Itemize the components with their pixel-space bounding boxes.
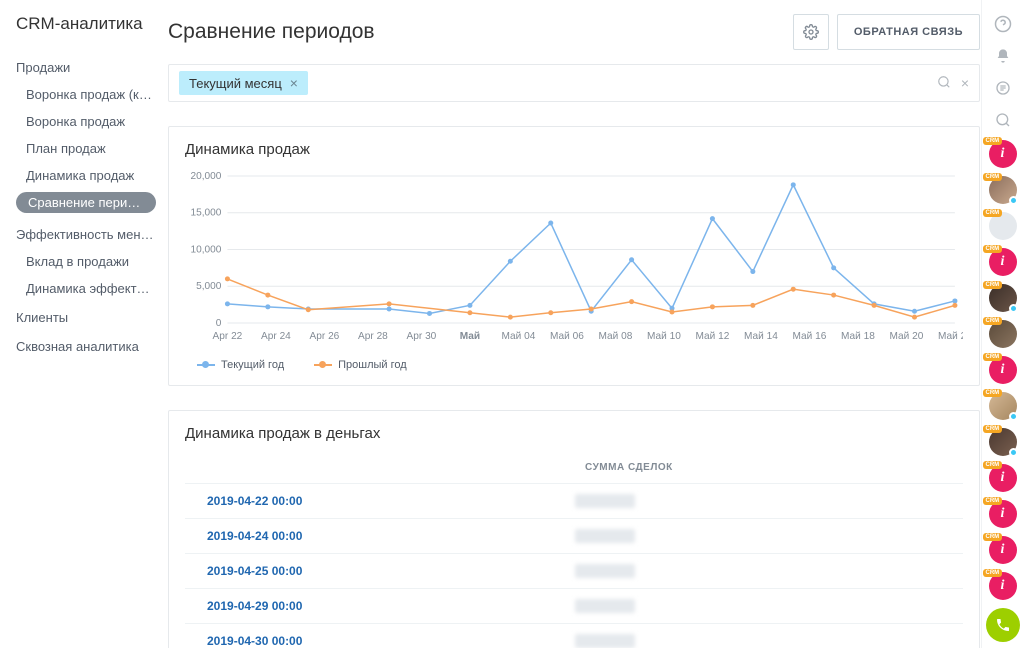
search-icon[interactable]	[937, 75, 951, 92]
row-date: 2019-04-22 00:00	[185, 494, 585, 508]
svg-text:Apr 24: Apr 24	[261, 331, 291, 342]
rail-avatar[interactable]: CRM	[989, 320, 1017, 348]
sidebar-item[interactable]: Динамика продаж	[16, 162, 156, 189]
sidebar-group[interactable]: Продажи	[16, 54, 156, 81]
sidebar: CRM-аналитика ПродажиВоронка продаж (кон…	[0, 0, 160, 648]
svg-text:Apr 28: Apr 28	[358, 331, 388, 342]
gear-icon	[803, 24, 819, 40]
svg-text:Май 20: Май 20	[890, 331, 924, 342]
sidebar-group[interactable]: Клиенты	[16, 304, 156, 331]
right-rail: CRMi CRM CRM CRMi CRM CRM CRMi CRM CRM C…	[981, 0, 1023, 648]
bell-icon[interactable]	[991, 44, 1015, 68]
row-date: 2019-04-29 00:00	[185, 599, 585, 613]
svg-text:5,000: 5,000	[196, 281, 222, 292]
rail-avatar[interactable]: CRMi	[989, 464, 1017, 492]
row-date: 2019-04-24 00:00	[185, 529, 585, 543]
call-button[interactable]	[986, 608, 1020, 642]
svg-text:Май 04: Май 04	[502, 331, 536, 342]
svg-text:Май 06: Май 06	[550, 331, 584, 342]
table-row[interactable]: 2019-04-30 00:00	[185, 623, 963, 648]
sidebar-item[interactable]: Воронка продаж (конв…	[16, 81, 156, 108]
sidebar-item[interactable]: Сравнение периодов	[16, 192, 156, 213]
rail-avatar[interactable]: CRM	[989, 284, 1017, 312]
page-header: Сравнение периодов ОБРАТНАЯ СВЯЗЬ	[168, 0, 980, 64]
chart-card: Динамика продаж 0 5,000 10,000 15,000 20,000…	[168, 126, 980, 386]
help-icon[interactable]	[991, 12, 1015, 36]
rail-avatar[interactable]: CRMi	[989, 140, 1017, 168]
sidebar-item[interactable]: Динамика эффективно…	[16, 275, 156, 302]
main-content: Сравнение периодов ОБРАТНАЯ СВЯЗЬ Текущи…	[168, 0, 980, 648]
clear-filter-icon[interactable]: ×	[961, 75, 969, 91]
row-date: 2019-04-25 00:00	[185, 564, 585, 578]
rail-avatar[interactable]: CRMi	[989, 500, 1017, 528]
svg-text:0: 0	[216, 318, 222, 329]
svg-text:Apr 22: Apr 22	[213, 331, 243, 342]
svg-text:15,000: 15,000	[190, 208, 221, 219]
rail-avatar[interactable]: CRMi	[989, 572, 1017, 600]
chip-close-icon[interactable]: ×	[290, 75, 298, 91]
table-card: Динамика продаж в деньгах СУММА СДЕЛОК 2…	[168, 410, 980, 648]
svg-text:Май 10: Май 10	[647, 331, 681, 342]
table-row[interactable]: 2019-04-22 00:00	[185, 483, 963, 518]
row-value-blurred	[575, 529, 635, 543]
chat-icon[interactable]	[991, 76, 1015, 100]
filter-chip[interactable]: Текущий месяц ×	[179, 71, 308, 95]
sidebar-item[interactable]: Воронка продаж	[16, 108, 156, 135]
table-row[interactable]: 2019-04-25 00:00	[185, 553, 963, 588]
row-value-blurred	[575, 494, 635, 508]
svg-text:10,000: 10,000	[190, 245, 221, 256]
svg-text:Май 22: Май 22	[938, 331, 963, 342]
legend-marker-blue	[197, 364, 215, 366]
sidebar-group[interactable]: Сквозная аналитика	[16, 333, 156, 360]
svg-text:Май: Май	[460, 331, 480, 342]
svg-text:20,000: 20,000	[190, 171, 221, 182]
legend-item-current[interactable]: Текущий год	[197, 359, 284, 371]
legend-item-previous[interactable]: Прошлый год	[314, 359, 407, 371]
row-value-blurred	[575, 599, 635, 613]
sidebar-title: CRM-аналитика	[16, 14, 160, 34]
search-rail-icon[interactable]	[991, 108, 1015, 132]
rail-avatar[interactable]: CRM	[989, 392, 1017, 420]
row-value-blurred	[575, 564, 635, 578]
svg-text:Май 14: Май 14	[744, 331, 778, 342]
row-date: 2019-04-30 00:00	[185, 634, 585, 648]
chart-title: Динамика продаж	[169, 127, 979, 168]
legend-marker-orange	[314, 364, 332, 366]
svg-text:Май 16: Май 16	[793, 331, 827, 342]
filter-bar[interactable]: Текущий месяц × ×	[168, 64, 980, 102]
rail-avatar[interactable]: CRMi	[989, 536, 1017, 564]
chart-plot: 0 5,000 10,000 15,000 20,000 Apr 22 Apr 24 Apr …	[185, 168, 963, 343]
chart-legend: Текущий год Прошлый год	[169, 353, 979, 385]
feedback-button[interactable]: ОБРАТНАЯ СВЯЗЬ	[837, 14, 980, 50]
svg-text:Май 18: Май 18	[841, 331, 875, 342]
settings-button[interactable]	[793, 14, 829, 50]
sidebar-group[interactable]: Эффективность менеджер…	[16, 221, 156, 248]
rail-avatar[interactable]: CRM	[989, 428, 1017, 456]
svg-text:Май 12: Май 12	[696, 331, 730, 342]
page-title: Сравнение периодов	[168, 20, 793, 44]
table-header-col2: СУММА СДЕЛОК	[585, 462, 673, 473]
rail-avatar[interactable]: CRMi	[989, 356, 1017, 384]
table-row[interactable]: 2019-04-29 00:00	[185, 588, 963, 623]
filter-chip-label: Текущий месяц	[189, 76, 282, 91]
svg-text:Май 08: Май 08	[599, 331, 633, 342]
table-header: СУММА СДЕЛОК	[169, 452, 979, 483]
table-row[interactable]: 2019-04-24 00:00	[185, 518, 963, 553]
sidebar-item[interactable]: План продаж	[16, 135, 156, 162]
rail-avatar[interactable]: CRM	[989, 212, 1017, 240]
svg-text:Apr 26: Apr 26	[310, 331, 340, 342]
row-value-blurred	[575, 634, 635, 648]
rail-avatar[interactable]: CRM	[989, 176, 1017, 204]
table-title: Динамика продаж в деньгах	[169, 411, 979, 452]
sidebar-item[interactable]: Вклад в продажи	[16, 248, 156, 275]
svg-text:Apr 30: Apr 30	[407, 331, 437, 342]
rail-avatar[interactable]: CRMi	[989, 248, 1017, 276]
